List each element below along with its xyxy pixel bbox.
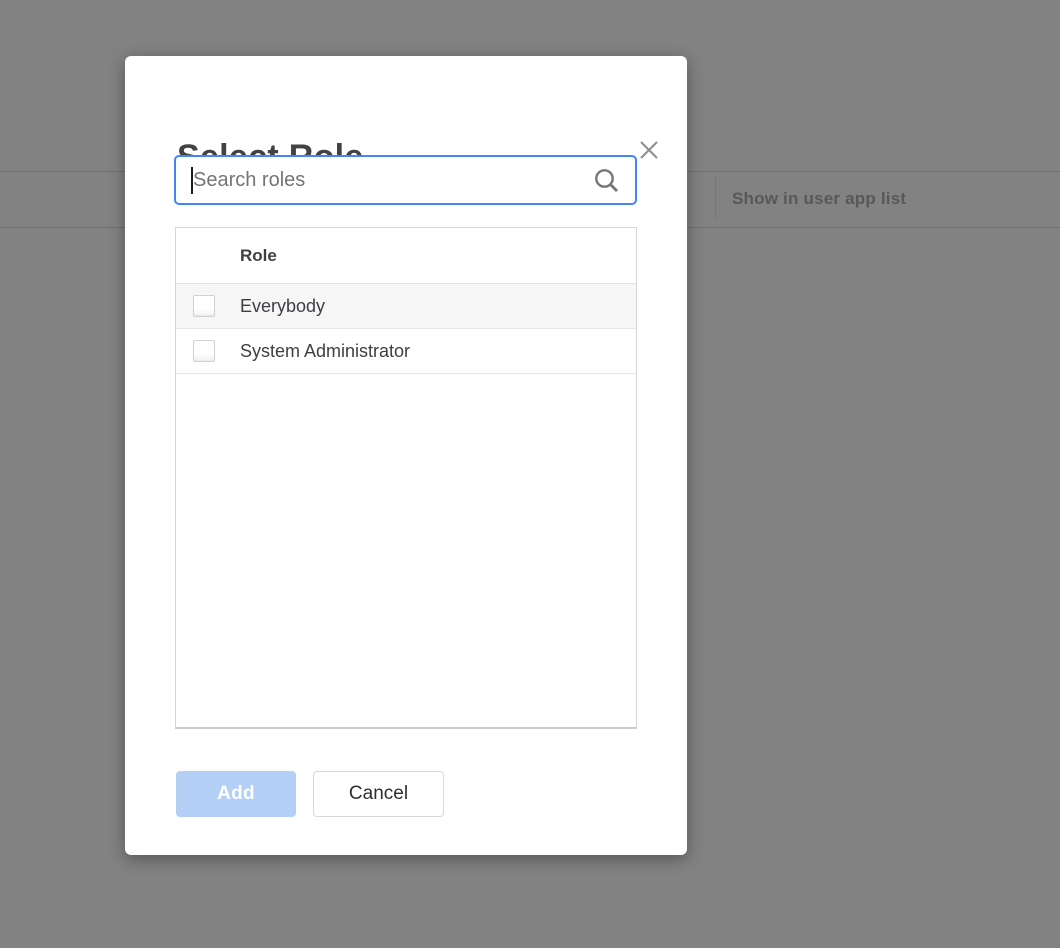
add-button[interactable]: Add bbox=[176, 771, 296, 817]
select-role-dialog: Select Role Role Everybody System Admini… bbox=[125, 56, 687, 855]
background-column-header: Show in user app list bbox=[732, 189, 906, 209]
role-checkbox[interactable] bbox=[193, 340, 215, 362]
close-button[interactable] bbox=[633, 136, 665, 168]
text-caret bbox=[191, 167, 193, 194]
role-label: Everybody bbox=[240, 296, 325, 317]
search-input[interactable] bbox=[176, 157, 635, 203]
cancel-button[interactable]: Cancel bbox=[313, 771, 444, 817]
background-column-divider bbox=[715, 177, 716, 218]
search-icon bbox=[592, 166, 622, 201]
close-icon bbox=[637, 138, 661, 167]
role-checkbox[interactable] bbox=[193, 295, 215, 317]
roles-table: Role Everybody System Administrator bbox=[175, 227, 637, 729]
role-label: System Administrator bbox=[240, 341, 410, 362]
table-row-system-administrator[interactable]: System Administrator bbox=[176, 329, 636, 374]
roles-table-header: Role bbox=[176, 228, 636, 284]
search-box bbox=[174, 155, 637, 205]
table-row-everybody[interactable]: Everybody bbox=[176, 284, 636, 329]
